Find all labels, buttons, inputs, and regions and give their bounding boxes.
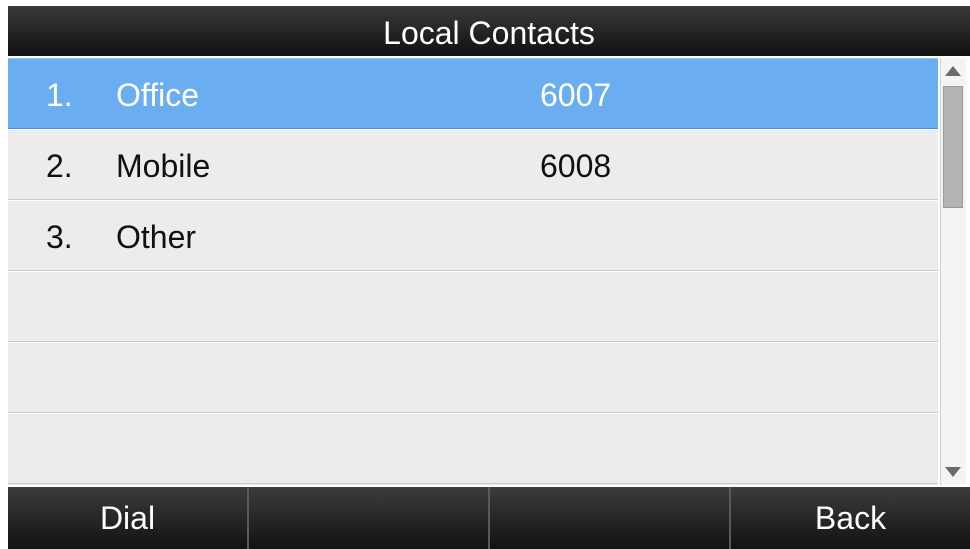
back-softkey[interactable]: Back (731, 487, 970, 549)
contact-name: Office (116, 77, 199, 113)
contact-row-1[interactable]: 1. Office 6007 (8, 58, 938, 129)
screen-title: Local Contacts (8, 6, 970, 56)
contact-row-empty (8, 271, 938, 342)
contact-row-3[interactable]: 3. Other (8, 200, 938, 271)
phone-screen: Local Contacts 1. Office 6007 2. Mobile … (0, 0, 970, 549)
contact-row-empty (8, 413, 938, 484)
triangle-down-icon[interactable] (945, 467, 961, 477)
dial-softkey[interactable]: Dial (8, 487, 249, 549)
softkey-bar: Dial Back (8, 487, 970, 549)
contact-name: Other (116, 219, 197, 255)
contact-list: 1. Office 6007 2. Mobile 6008 3. Other (8, 58, 938, 485)
scroll-thumb[interactable] (943, 86, 963, 208)
empty-softkey-2[interactable] (249, 487, 490, 549)
empty-softkey-3[interactable] (490, 487, 731, 549)
list-scrollbar[interactable] (940, 58, 966, 485)
contact-number: 6007 (540, 77, 612, 113)
contact-index: 3. (46, 219, 73, 255)
contact-row-empty (8, 342, 938, 413)
contact-index: 1. (46, 77, 73, 113)
contact-name: Mobile (116, 148, 211, 184)
triangle-up-icon[interactable] (945, 66, 961, 76)
contact-index: 2. (46, 148, 73, 184)
contact-row-2[interactable]: 2. Mobile 6008 (8, 129, 938, 200)
contact-number: 6008 (540, 148, 612, 184)
